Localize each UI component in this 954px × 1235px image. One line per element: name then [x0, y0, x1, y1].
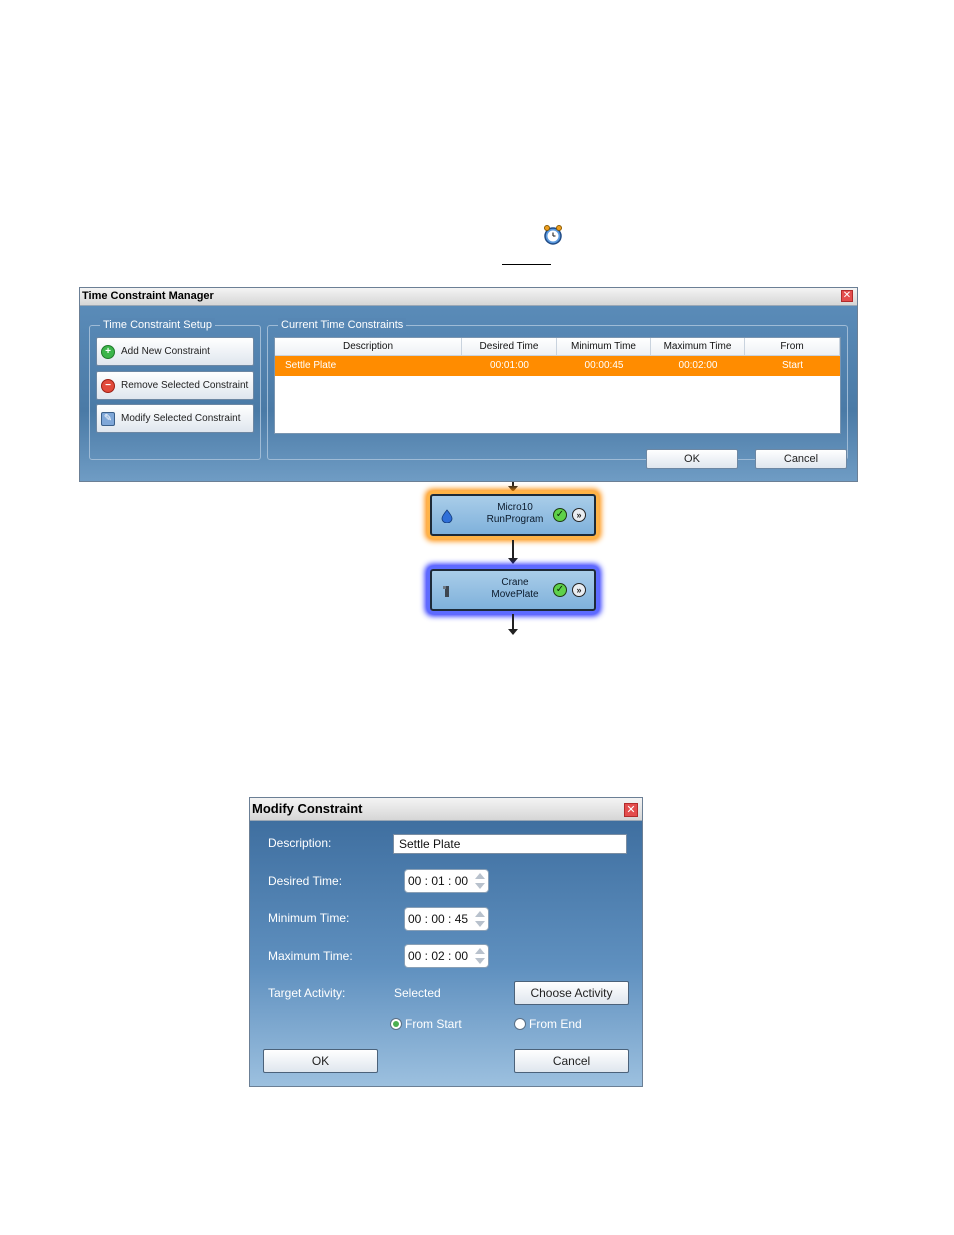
node-label: Micro10 RunProgram [470, 502, 560, 526]
target-activity-value: Selected [394, 986, 441, 1000]
dialog-title: Modify Constraint [252, 801, 363, 816]
node-line1: Crane [501, 577, 529, 588]
table-header: Description Desired Time Minimum Time Ma… [275, 338, 840, 356]
description-input[interactable]: Settle Plate [393, 834, 627, 854]
column-header[interactable]: Desired Time [462, 338, 557, 355]
droplet-icon [441, 509, 453, 523]
minus-icon: − [101, 378, 115, 393]
node-label: Crane MovePlate [470, 577, 560, 601]
setup-group-label: Time Constraint Setup [100, 318, 216, 332]
expand-icon[interactable]: » [572, 508, 586, 522]
maximum-time-spinner[interactable]: 00 : 02 : 00 [404, 944, 489, 968]
table-row[interactable]: Settle Plate 00:01:00 00:00:45 00:02:00 … [275, 356, 840, 376]
description-label: Description: [268, 836, 332, 850]
alarm-clock-icon[interactable] [542, 224, 564, 246]
current-group-label: Current Time Constraints [278, 318, 407, 332]
dialog-titlebar: Modify Constraint ✕ [250, 798, 642, 821]
add-constraint-button[interactable]: + Add New Constraint [96, 337, 254, 366]
choose-activity-button[interactable]: Choose Activity [514, 981, 629, 1005]
ok-button[interactable]: OK [646, 449, 738, 469]
cell-description: Settle Plate [285, 360, 337, 371]
desired-time-label: Desired Time: [268, 874, 343, 888]
workflow-node-crane[interactable]: Crane MovePlate ✓ » [430, 569, 596, 611]
spinner-arrows-icon[interactable] [475, 947, 485, 965]
add-constraint-label: Add New Constraint [121, 346, 210, 357]
maximum-time-label: Maximum Time: [268, 949, 353, 963]
window-body: Time Constraint Setup + Add New Constrai… [80, 306, 857, 481]
ok-button[interactable]: OK [263, 1049, 378, 1073]
minimum-time-spinner[interactable]: 00 : 00 : 45 [404, 907, 489, 931]
close-icon[interactable]: ✕ [624, 803, 638, 817]
plus-icon: + [101, 344, 115, 359]
from-end-label: From End [529, 1017, 582, 1031]
close-icon[interactable]: ✕ [841, 290, 853, 302]
cell-from: Start [781, 360, 804, 371]
window-title: Time Constraint Manager [82, 290, 214, 302]
column-header[interactable]: Minimum Time [557, 338, 651, 355]
setup-group: Time Constraint Setup + Add New Constrai… [89, 318, 261, 460]
underline-divider [502, 264, 551, 265]
flow-arrow [508, 482, 518, 492]
target-activity-label: Target Activity: [268, 986, 346, 1000]
modify-constraint-label: Modify Selected Constraint [121, 413, 241, 424]
minimum-time-label: Minimum Time: [268, 911, 350, 925]
minimum-time-value: 00 : 00 : 45 [408, 912, 469, 926]
cancel-button[interactable]: Cancel [755, 449, 847, 469]
expand-icon[interactable]: » [572, 583, 586, 597]
edit-icon: ✎ [101, 411, 115, 426]
crane-icon [443, 586, 449, 597]
spinner-arrows-icon[interactable] [475, 910, 485, 928]
desired-time-spinner[interactable]: 00 : 01 : 00 [404, 869, 489, 893]
workflow-node-micro10[interactable]: Micro10 RunProgram ✓ » [430, 494, 596, 536]
remove-constraint-label: Remove Selected Constraint [121, 380, 249, 391]
column-header[interactable]: Description [275, 338, 462, 355]
cell-minimum-time: 00:00:45 [584, 360, 624, 371]
cancel-button[interactable]: Cancel [514, 1049, 629, 1073]
desired-time-value: 00 : 01 : 00 [408, 874, 469, 888]
time-constraint-manager-window: Time Constraint Manager ✕ Time Constrain… [79, 287, 858, 482]
cell-maximum-time: 00:02:00 [678, 360, 718, 371]
from-start-radio[interactable]: From Start [390, 1017, 462, 1031]
check-icon[interactable]: ✓ [553, 583, 567, 597]
node-line2: MovePlate [491, 589, 539, 600]
constraints-table: Description Desired Time Minimum Time Ma… [274, 337, 841, 434]
current-constraints-group: Current Time Constraints Description Des… [267, 318, 848, 460]
modify-constraint-dialog: Modify Constraint ✕ Description: Settle … [249, 797, 643, 1087]
cell-desired-time: 00:01:00 [490, 360, 529, 371]
node-line1: Micro10 [497, 502, 533, 513]
flow-arrow [508, 540, 518, 564]
radio-selected-icon [390, 1018, 402, 1030]
flow-arrow [508, 614, 518, 635]
node-line2: RunProgram [486, 514, 544, 525]
spinner-arrows-icon[interactable] [475, 872, 485, 890]
from-end-radio[interactable]: From End [514, 1017, 582, 1031]
modify-constraint-button[interactable]: ✎ Modify Selected Constraint [96, 404, 254, 433]
dialog-body: Description: Settle Plate Desired Time: … [250, 821, 642, 1086]
column-header[interactable]: Maximum Time [651, 338, 745, 355]
check-icon[interactable]: ✓ [553, 508, 567, 522]
remove-constraint-button[interactable]: − Remove Selected Constraint [96, 371, 254, 400]
maximum-time-value: 00 : 02 : 00 [408, 949, 469, 963]
from-start-label: From Start [405, 1017, 462, 1031]
radio-unselected-icon [514, 1018, 526, 1030]
column-header[interactable]: From [745, 338, 840, 355]
window-titlebar: Time Constraint Manager ✕ [80, 288, 857, 306]
